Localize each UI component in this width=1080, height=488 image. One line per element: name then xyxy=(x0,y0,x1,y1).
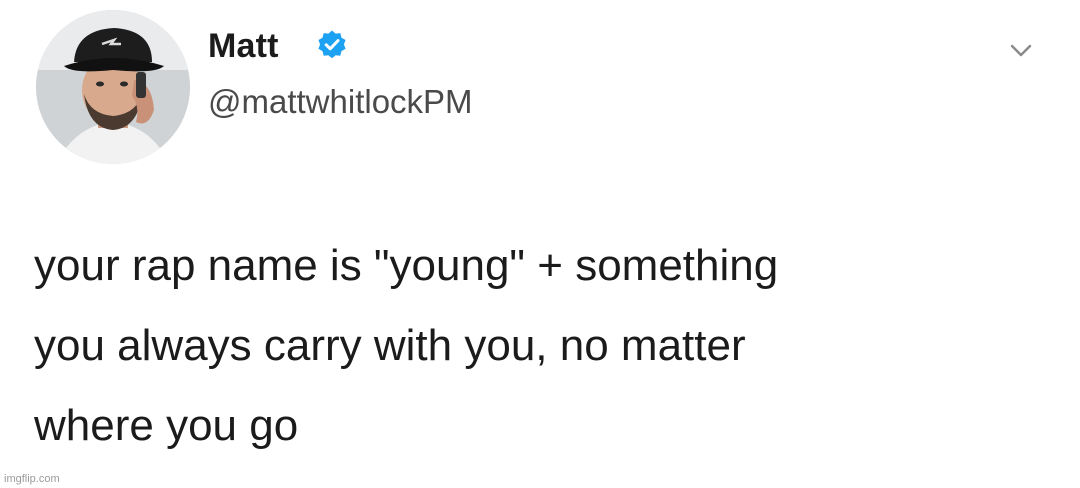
watermark: imgflip.com xyxy=(4,473,60,485)
user-handle[interactable]: @mattwhitlockPM xyxy=(208,82,473,122)
verified-badge-icon xyxy=(318,30,346,59)
tweet-card: Matt @mattwhitlockPM your rap name is "y… xyxy=(0,0,1080,488)
tweet-text-line: your rap name is "young" + something xyxy=(34,241,779,290)
tweet-text: your rap name is "young" + something you… xyxy=(34,226,1054,466)
profile-photo-icon xyxy=(36,10,190,164)
chevron-down-icon[interactable] xyxy=(1008,40,1034,60)
tweet-text-line: where you go xyxy=(34,401,299,450)
tweet-text-line: you always carry with you, no matter xyxy=(34,321,746,370)
avatar[interactable] xyxy=(36,10,190,164)
display-name[interactable]: Matt xyxy=(208,26,279,66)
